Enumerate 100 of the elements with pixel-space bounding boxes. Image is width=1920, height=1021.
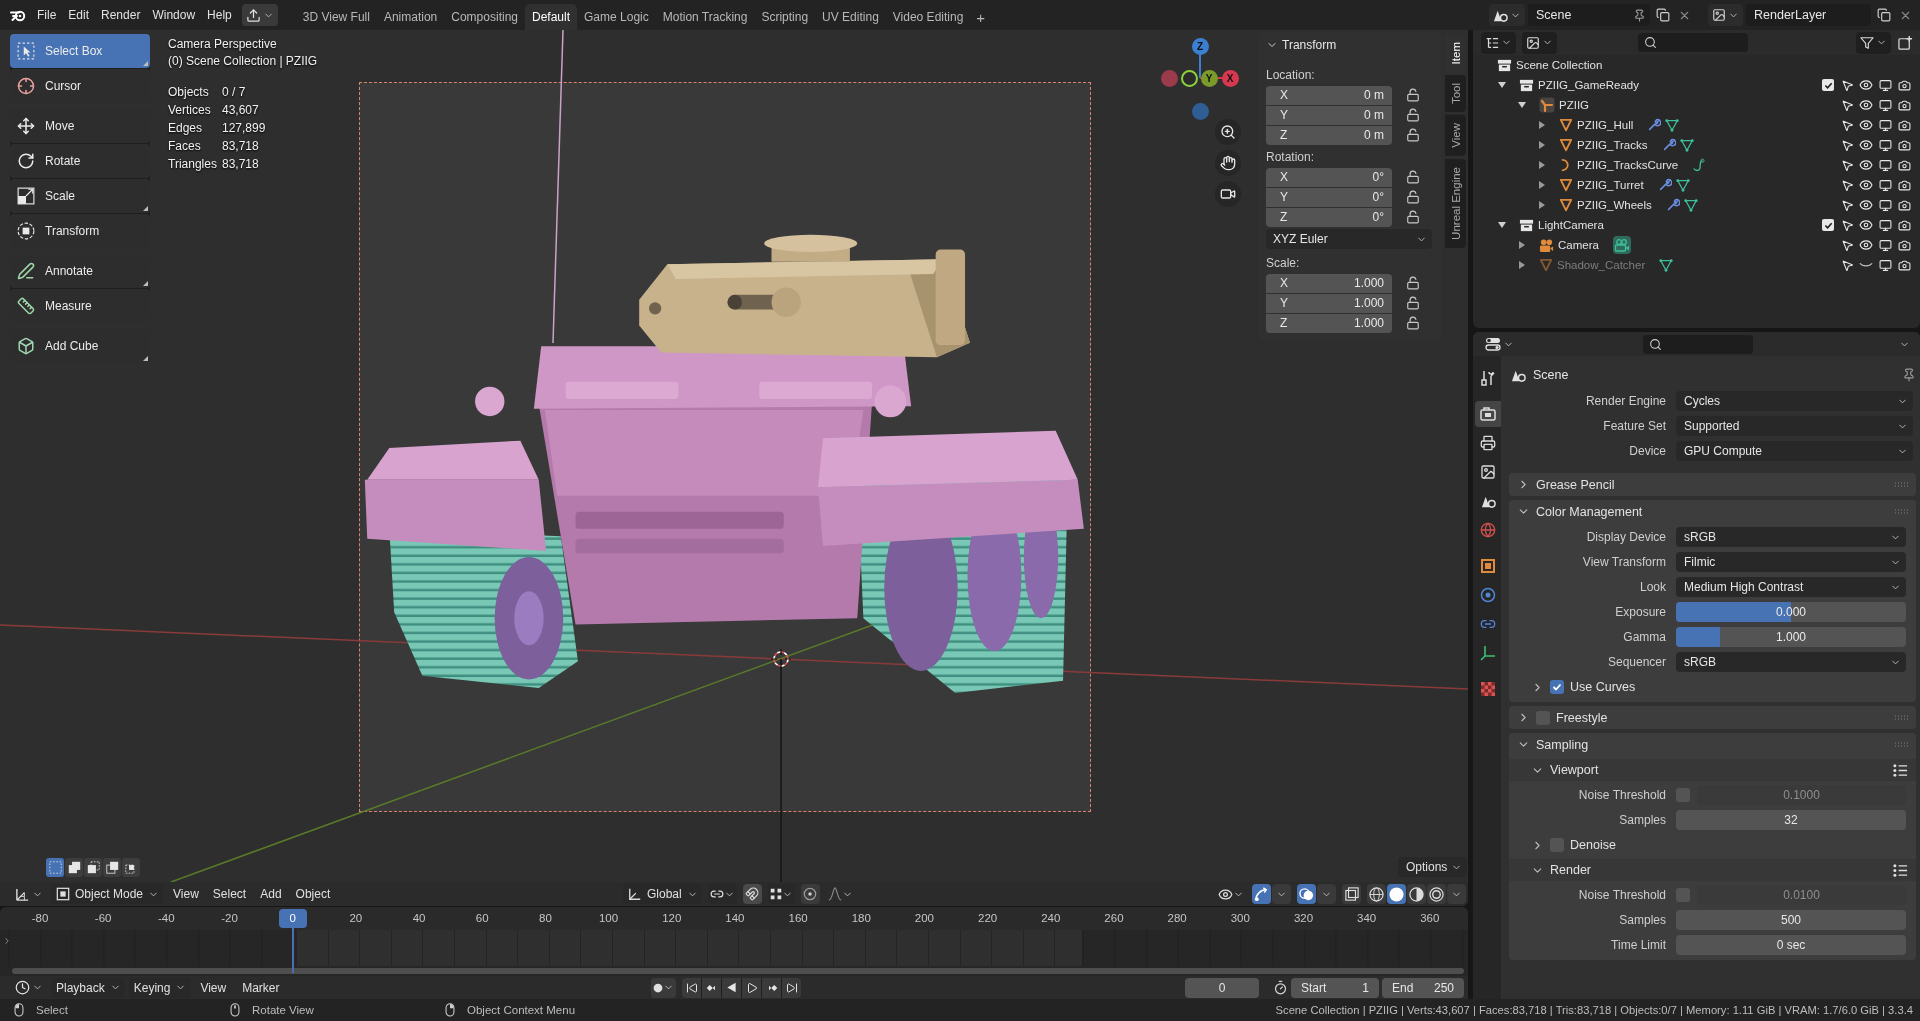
collapsed-arrow-icon[interactable]	[1537, 140, 1547, 150]
workspace-tab[interactable]: Scripting	[754, 4, 816, 30]
tool-button[interactable]: Transform	[10, 214, 150, 248]
axis-button[interactable]: Z	[1191, 37, 1209, 55]
camera-icon[interactable]	[1897, 118, 1911, 132]
slider-field[interactable]: 0.000	[1676, 602, 1906, 622]
eye-icon[interactable]	[1859, 78, 1873, 92]
scene-selector-button[interactable]	[1489, 4, 1525, 26]
checkbox[interactable]	[1822, 79, 1834, 91]
checkbox[interactable]	[1822, 219, 1834, 231]
number-field[interactable]: Y 0°	[1266, 187, 1392, 207]
menu-item[interactable]: Window	[146, 4, 202, 26]
eye-icon[interactable]	[1859, 218, 1873, 232]
tool-button[interactable]: Scale	[10, 179, 150, 213]
axis-button[interactable]: X	[1221, 69, 1239, 87]
camera-icon[interactable]	[1897, 238, 1911, 252]
panel-header[interactable]: Render	[1509, 859, 1916, 881]
outliner-item-label[interactable]: PZIIG_Tracks	[1577, 139, 1648, 151]
workspace-tab[interactable]: Game Logic	[577, 4, 656, 30]
selection-mode-button[interactable]	[65, 858, 83, 877]
menu-item[interactable]: Select	[206, 884, 253, 904]
menu-item[interactable]: Marker	[236, 977, 286, 998]
unlocked-padlock-icon[interactable]	[1406, 190, 1420, 204]
workspace-tab[interactable]: Motion Tracking	[655, 4, 755, 30]
shading-button[interactable]	[1387, 884, 1406, 904]
orientation-dropdown[interactable]: Global	[623, 884, 702, 904]
monitor-icon[interactable]	[1878, 258, 1892, 272]
panel-header[interactable]: Grease Pencil	[1509, 473, 1916, 496]
mode-dropdown[interactable]: Object Mode	[51, 884, 164, 904]
scene-name-field[interactable]: Scene	[1528, 4, 1650, 26]
tool-button[interactable]: Annotate	[10, 254, 150, 288]
expanded-arrow-icon[interactable]	[1497, 80, 1507, 90]
sidebar-tab[interactable]: Tool	[1445, 75, 1466, 113]
menu-item[interactable]: Add	[254, 884, 288, 904]
axis-button[interactable]: Y	[1200, 69, 1218, 87]
presets-list-icon[interactable]	[1893, 862, 1908, 878]
play-reverse-button[interactable]	[722, 977, 741, 998]
panel-header[interactable]: Denoise	[1509, 834, 1916, 856]
pan-button[interactable]	[1215, 150, 1241, 176]
monitor-icon[interactable]	[1878, 218, 1892, 232]
properties-tab[interactable]	[1475, 401, 1501, 427]
camera-icon[interactable]	[1897, 158, 1911, 172]
dropdown[interactable]: Cycles	[1676, 391, 1913, 411]
camera-icon[interactable]	[1897, 258, 1911, 272]
pointer-icon[interactable]	[1840, 118, 1854, 132]
previous-keyframe-button[interactable]	[702, 977, 721, 998]
expanded-arrow-icon[interactable]	[1497, 220, 1507, 230]
monitor-icon[interactable]	[1878, 198, 1892, 212]
selection-mode-button[interactable]	[84, 858, 102, 877]
monitor-icon[interactable]	[1878, 118, 1892, 132]
slider-field[interactable]: 1.000	[1676, 627, 1906, 647]
eye-icon[interactable]	[1859, 98, 1873, 112]
pointer-icon[interactable]	[1840, 258, 1854, 272]
tool-button[interactable]: Select Box	[10, 34, 150, 68]
pointer-icon[interactable]	[1840, 98, 1854, 112]
rotation-mode-dropdown[interactable]: XYZ Euler	[1266, 229, 1432, 249]
unlocked-padlock-icon[interactable]	[1406, 296, 1420, 310]
number-field[interactable]: 0 sec	[1676, 935, 1906, 955]
number-field[interactable]: Z 0 m	[1266, 125, 1392, 145]
number-field[interactable]: X 1.000	[1266, 273, 1392, 293]
upload-dropdown-button[interactable]	[241, 4, 278, 26]
outliner-item-label[interactable]: Camera	[1558, 239, 1599, 251]
checkbox[interactable]	[1550, 680, 1564, 694]
gizmos-toggle[interactable]	[1252, 884, 1271, 904]
panel-header[interactable]: Sampling	[1509, 733, 1916, 756]
camera-icon[interactable]	[1897, 198, 1911, 212]
sidebar-tab[interactable]: Unreal Engine	[1445, 159, 1466, 249]
unlocked-padlock-icon[interactable]	[1406, 108, 1420, 122]
zoom-button[interactable]	[1215, 119, 1241, 145]
eye-icon[interactable]	[1859, 158, 1873, 172]
camera-view-button[interactable]	[1215, 181, 1241, 207]
snap-button[interactable]	[742, 884, 762, 904]
chevron-right-icon[interactable]	[2, 936, 12, 946]
panel-header[interactable]: Use Curves	[1509, 676, 1916, 698]
tool-button[interactable]: Measure	[10, 289, 150, 323]
monitor-icon[interactable]	[1878, 98, 1892, 112]
menu-item[interactable]: Render	[95, 4, 147, 26]
tool-button[interactable]: Add Cube	[10, 329, 150, 363]
view-layer-name-field[interactable]: RenderLayer	[1746, 4, 1871, 26]
dropdown[interactable]: Filmic	[1676, 552, 1906, 572]
number-field[interactable]: 32	[1676, 810, 1906, 830]
unlocked-padlock-icon[interactable]	[1406, 88, 1420, 102]
horizontal-scrollbar[interactable]	[12, 968, 1464, 974]
workspace-tab[interactable]: Compositing	[444, 4, 525, 30]
keying-dropdown[interactable]: Keying	[128, 977, 191, 998]
start-frame-field[interactable]: Start 1	[1291, 977, 1379, 998]
unlocked-padlock-icon[interactable]	[1406, 316, 1420, 330]
outliner-item-label[interactable]: PZIIG_GameReady	[1538, 79, 1639, 91]
monitor-icon[interactable]	[1878, 178, 1892, 192]
end-frame-field[interactable]: End 250	[1382, 977, 1464, 998]
camera-icon[interactable]	[1897, 218, 1911, 232]
pin-icon[interactable]	[1902, 368, 1916, 382]
camera-icon[interactable]	[1897, 178, 1911, 192]
number-field[interactable]: Z 0°	[1266, 207, 1392, 227]
number-field[interactable]: 500	[1676, 910, 1906, 930]
collapsed-arrow-icon[interactable]	[1537, 120, 1547, 130]
workspace-tab[interactable]: UV Editing	[815, 4, 886, 30]
tool-button[interactable]: Rotate	[10, 144, 150, 178]
jump-end-button[interactable]	[782, 977, 801, 998]
selection-mode-button[interactable]	[122, 858, 140, 877]
